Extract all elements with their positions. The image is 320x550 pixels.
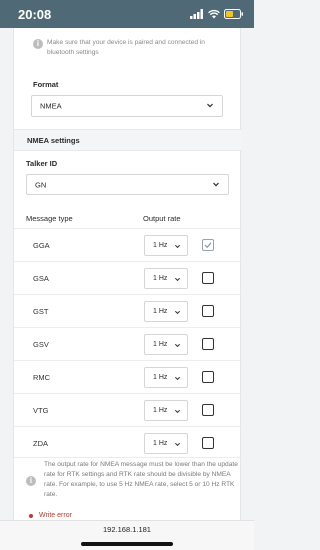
format-select[interactable]: NMEA (31, 95, 223, 117)
output-rate-select[interactable]: 1 Hz (144, 301, 188, 322)
output-rate-value: 1 Hz (153, 341, 168, 348)
error-dot-icon (29, 514, 33, 518)
status-time: 20:08 (18, 7, 52, 22)
message-name: VTG (33, 406, 49, 415)
enable-checkbox[interactable] (202, 239, 214, 251)
message-row: GSA 1 Hz (14, 261, 242, 294)
home-indicator[interactable] (81, 542, 173, 546)
chevron-down-icon (174, 409, 181, 414)
chevron-down-icon (174, 343, 181, 348)
output-rate-select[interactable]: 1 Hz (144, 235, 188, 256)
signal-icon (190, 9, 203, 19)
output-rate-value: 1 Hz (153, 374, 168, 381)
url-text: 192.168.1.181 (103, 525, 151, 534)
status-bar: 20:08 (0, 0, 254, 28)
output-rate-select[interactable]: 1 Hz (144, 400, 188, 421)
message-row: RMC 1 Hz (14, 360, 242, 393)
message-row: GGA 1 Hz (14, 228, 242, 261)
message-row: VTG 1 Hz (14, 393, 242, 426)
output-rate-value: 1 Hz (153, 440, 168, 447)
output-rate-select[interactable]: 1 Hz (144, 334, 188, 355)
message-name: ZDA (33, 439, 48, 448)
status-icons (190, 8, 244, 20)
format-label: Format (33, 80, 59, 89)
format-value: NMEA (40, 101, 62, 111)
message-row: GST 1 Hz (14, 294, 242, 327)
nmea-settings-header: NMEA settings (14, 129, 242, 151)
output-rate-header: Output rate (143, 214, 181, 223)
output-rate-select[interactable]: 1 Hz (144, 367, 188, 388)
enable-checkbox[interactable] (202, 437, 214, 449)
talker-id-label: Talker ID (26, 159, 58, 168)
info-icon: i (26, 476, 36, 486)
enable-checkbox[interactable] (202, 371, 214, 383)
output-rate-select[interactable]: 1 Hz (144, 433, 188, 454)
chevron-down-icon (174, 442, 181, 447)
message-row: GSV 1 Hz (14, 327, 242, 360)
message-name: GST (33, 307, 49, 316)
message-name: GGA (33, 241, 50, 250)
write-error: Write error (29, 512, 72, 519)
talker-id-select[interactable]: GN (26, 174, 229, 195)
chevron-down-icon (213, 182, 219, 186)
message-name: GSA (33, 274, 49, 283)
output-rate-value: 1 Hz (153, 308, 168, 315)
chevron-down-icon (174, 310, 181, 315)
output-rate-value: 1 Hz (153, 242, 168, 249)
write-error-text: Write error (39, 512, 72, 519)
enable-checkbox[interactable] (202, 338, 214, 350)
rate-note-text: The output rate for NMEA message must be… (44, 461, 238, 498)
nmea-settings-title: NMEA settings (27, 136, 80, 145)
talker-id-value: GN (35, 180, 47, 189)
message-name: GSV (33, 340, 49, 349)
battery-icon (224, 9, 243, 19)
enable-checkbox[interactable] (202, 404, 214, 416)
chevron-down-icon (174, 244, 181, 249)
info-icon: i (33, 39, 43, 49)
settings-card: i Make sure that your device is paired a… (13, 28, 242, 520)
wifi-icon (208, 9, 220, 19)
enable-checkbox[interactable] (202, 272, 214, 284)
enable-checkbox[interactable] (202, 305, 214, 317)
output-rate-value: 1 Hz (153, 407, 168, 414)
message-name: RMC (33, 373, 51, 382)
chevron-down-icon (174, 376, 181, 381)
message-type-header: Message type (26, 214, 73, 223)
output-rate-select[interactable]: 1 Hz (144, 268, 188, 289)
chevron-down-icon (174, 277, 181, 282)
bluetooth-hint: Make sure that your device is paired and… (47, 39, 205, 56)
checkmark-icon (204, 242, 212, 249)
rate-note: i The output rate for NMEA message must … (14, 457, 242, 511)
output-rate-value: 1 Hz (153, 275, 168, 282)
chevron-down-icon (207, 103, 213, 108)
message-row: ZDA 1 Hz (14, 426, 242, 459)
